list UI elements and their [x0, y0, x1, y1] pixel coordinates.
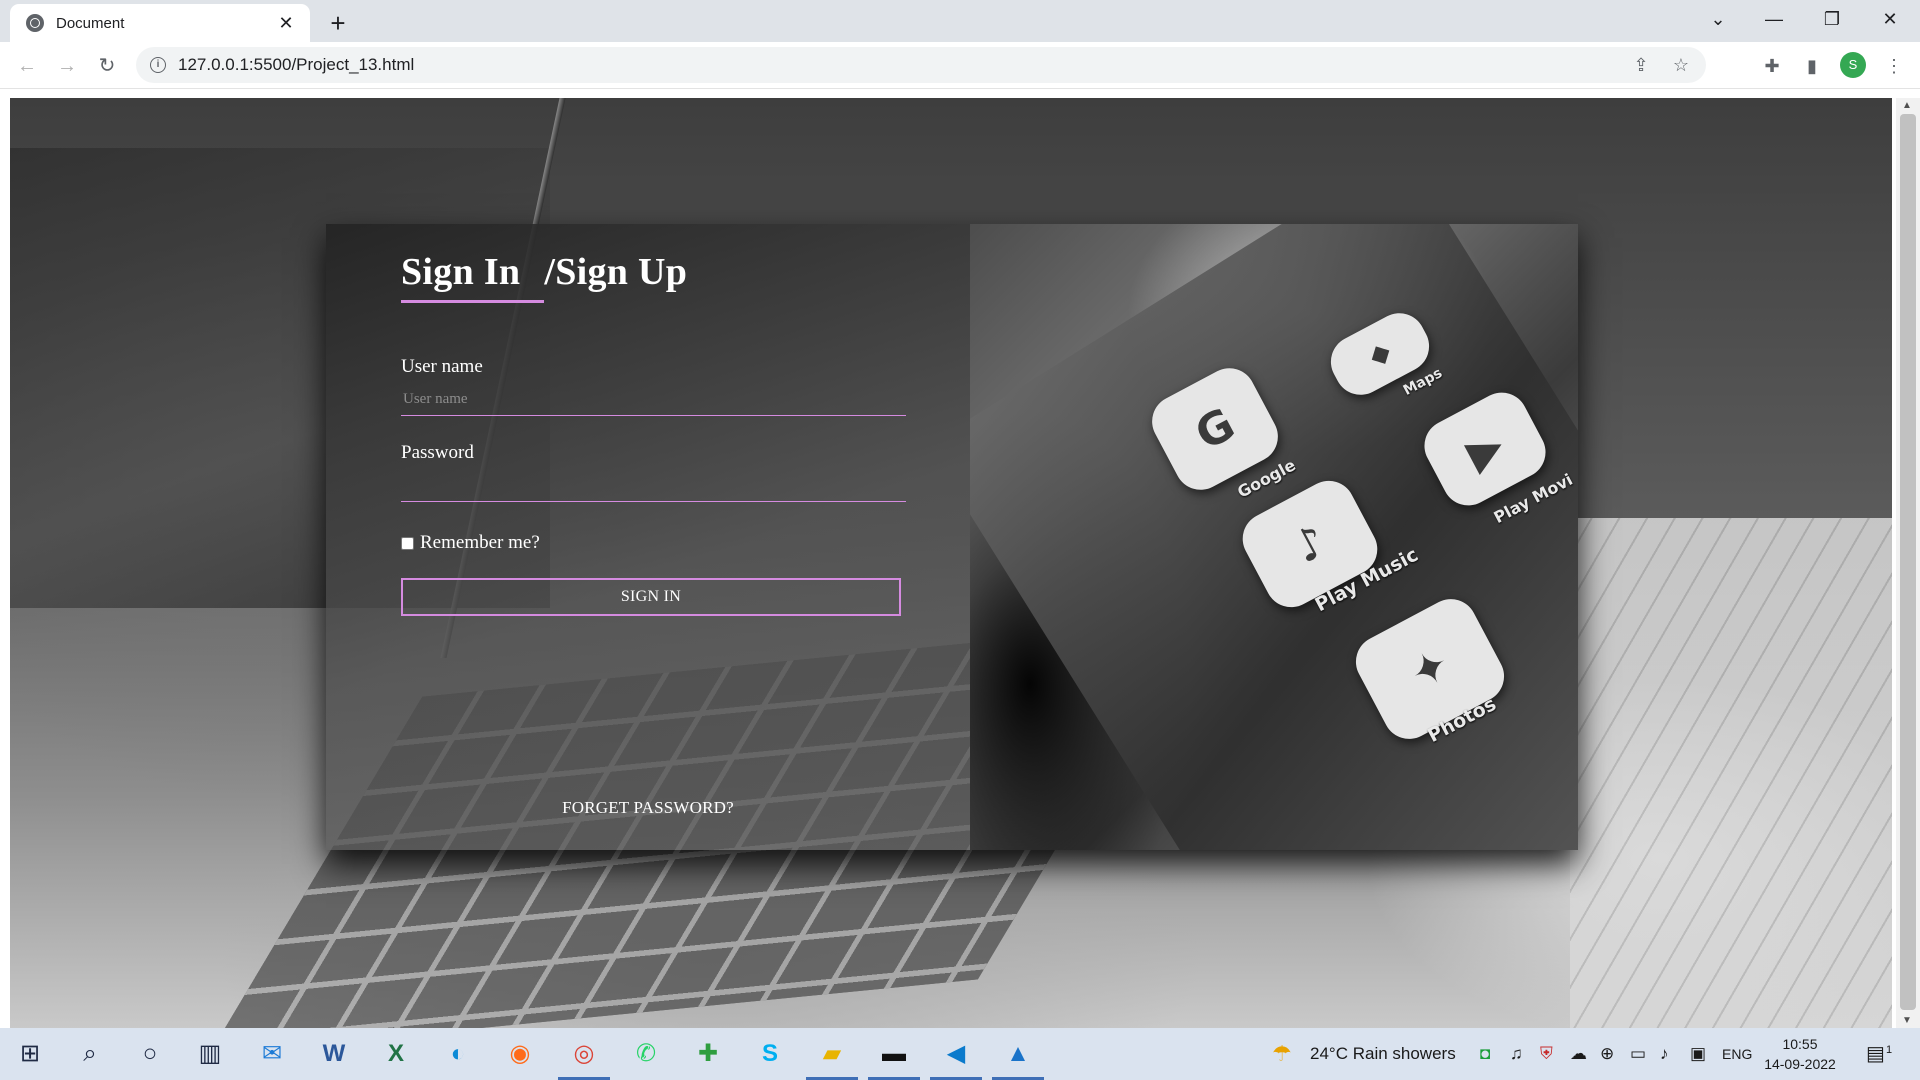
tab-title: Document — [56, 14, 125, 32]
new-tab-button[interactable]: + — [322, 8, 354, 40]
forget-password-link[interactable]: FORGET PASSWORD? — [326, 798, 970, 818]
skype-icon[interactable]: S — [752, 1036, 788, 1072]
weather-icon[interactable]: ☂ — [1272, 1028, 1292, 1080]
photos-app-taskbar-icon[interactable]: ▲ — [992, 1036, 1044, 1080]
scroll-down-arrow-icon[interactable]: ▼ — [1902, 1015, 1912, 1026]
bookmark-star-icon[interactable]: ☆ — [1666, 55, 1696, 76]
system-clock[interactable]: 10:55 14-09-2022 — [1760, 1034, 1840, 1074]
notification-count: 1 — [1886, 1044, 1893, 1056]
site-info-icon[interactable]: i — [150, 57, 166, 73]
tray-bell-icon[interactable]: ♫ — [1510, 1028, 1523, 1080]
language-indicator[interactable]: ENG — [1722, 1028, 1752, 1080]
url-text[interactable]: 127.0.0.1:5500/Project_13.html — [178, 55, 1626, 75]
page-scrollbar[interactable]: ▲ ▼ — [1896, 98, 1920, 1028]
close-tab-icon[interactable]: ✕ — [274, 11, 298, 35]
login-card: Sign In/Sign Up User name Password Remem… — [326, 224, 1578, 850]
scroll-up-arrow-icon[interactable]: ▲ — [1902, 100, 1912, 111]
forward-arrow-icon[interactable]: → — [52, 51, 82, 81]
tab-search-chevron-icon[interactable]: ⌄ — [1690, 0, 1746, 40]
tab-strip: Document ✕ + ⌄ — ❐ ✕ — [0, 0, 1920, 42]
remember-me: Remember me? — [401, 532, 540, 554]
share-icon[interactable]: ⇪ — [1626, 55, 1656, 76]
task-view-icon[interactable]: ▥ — [192, 1036, 228, 1072]
form-heading: Sign In/Sign Up — [401, 250, 687, 303]
background-notebook — [1570, 518, 1892, 1028]
remember-checkbox[interactable] — [401, 536, 414, 550]
browser-tab[interactable]: Document ✕ — [10, 4, 310, 42]
back-arrow-icon[interactable]: ← — [12, 51, 42, 81]
file-explorer-icon[interactable]: ▰ — [806, 1036, 858, 1080]
notification-icon[interactable]: ▤ — [1866, 1028, 1885, 1080]
word-icon[interactable]: W — [316, 1036, 352, 1072]
signup-tab[interactable]: /Sign Up — [544, 251, 687, 293]
firefox-icon[interactable]: ◉ — [502, 1036, 538, 1072]
terminal-icon[interactable]: ▬ — [868, 1036, 920, 1080]
username-label: User name — [401, 356, 483, 377]
profile-avatar[interactable]: S — [1840, 52, 1866, 78]
meet-now-icon[interactable]: ▣ — [1690, 1028, 1706, 1080]
menu-kebab-icon[interactable]: ⋮ — [1880, 52, 1908, 80]
search-icon[interactable]: ⌕ — [72, 1036, 108, 1072]
tray-cloud-icon[interactable]: ☁ — [1570, 1028, 1587, 1080]
cortana-icon[interactable]: ○ — [132, 1036, 168, 1072]
mail-icon[interactable]: ✉ — [254, 1036, 290, 1072]
signin-tab[interactable]: Sign In — [401, 250, 545, 303]
edge-icon[interactable]: ◐ — [440, 1036, 476, 1072]
tray-app-icon[interactable]: ◘ — [1480, 1028, 1490, 1080]
clock-date: 14-09-2022 — [1764, 1056, 1836, 1072]
vscode-icon[interactable]: ◀ — [930, 1036, 982, 1080]
password-input[interactable] — [401, 470, 906, 502]
close-window-button[interactable]: ✕ — [1862, 0, 1918, 40]
restore-button[interactable]: ❐ — [1804, 0, 1860, 40]
signin-button[interactable]: SIGN IN — [401, 578, 901, 616]
decorative-photo: G Google ◆ Maps ▶ Play Movi ♪ Play Music… — [970, 224, 1578, 850]
windows-taskbar: ⊞ ⌕ ○ ▥ ✉ W X ◐ ◉ ◎ ✆ ✚ S ▰ ▬ ◀ ▲ ☂ 24°C… — [0, 1028, 1920, 1080]
browser-toolbar: ← → ↻ i 127.0.0.1:5500/Project_13.html ⇪… — [0, 42, 1920, 89]
minimize-button[interactable]: — — [1746, 0, 1802, 40]
extensions-puzzle-icon[interactable]: ✚ — [1758, 52, 1786, 80]
password-label: Password — [401, 442, 474, 463]
scrollbar-thumb[interactable] — [1900, 114, 1916, 1010]
globe-icon — [26, 14, 44, 32]
app-plus-icon[interactable]: ✚ — [690, 1036, 726, 1072]
windows-start-icon[interactable]: ⊞ — [12, 1036, 48, 1072]
tray-shield-icon[interactable]: ⛨ — [1540, 1028, 1553, 1080]
network-globe-icon[interactable]: ⊕ — [1600, 1028, 1614, 1080]
page-background: Sign In/Sign Up User name Password Remem… — [10, 98, 1892, 1028]
volume-icon[interactable]: ♪ — [1660, 1028, 1669, 1080]
chrome-icon[interactable]: ◎ — [558, 1036, 610, 1080]
clock-time: 10:55 — [1782, 1036, 1818, 1052]
battery-icon[interactable]: ▭ — [1630, 1028, 1646, 1080]
side-panel-icon[interactable]: ▮ — [1798, 52, 1826, 80]
username-input[interactable] — [401, 384, 906, 416]
reload-icon[interactable]: ↻ — [92, 51, 122, 81]
address-bar[interactable]: i 127.0.0.1:5500/Project_13.html ⇪ ☆ — [136, 47, 1706, 83]
remember-label[interactable]: Remember me? — [420, 532, 540, 554]
weather-text[interactable]: 24°C Rain showers — [1310, 1028, 1456, 1080]
excel-icon[interactable]: X — [378, 1036, 414, 1072]
whatsapp-icon[interactable]: ✆ — [628, 1036, 664, 1072]
signin-form: Sign In/Sign Up User name Password Remem… — [326, 224, 970, 850]
